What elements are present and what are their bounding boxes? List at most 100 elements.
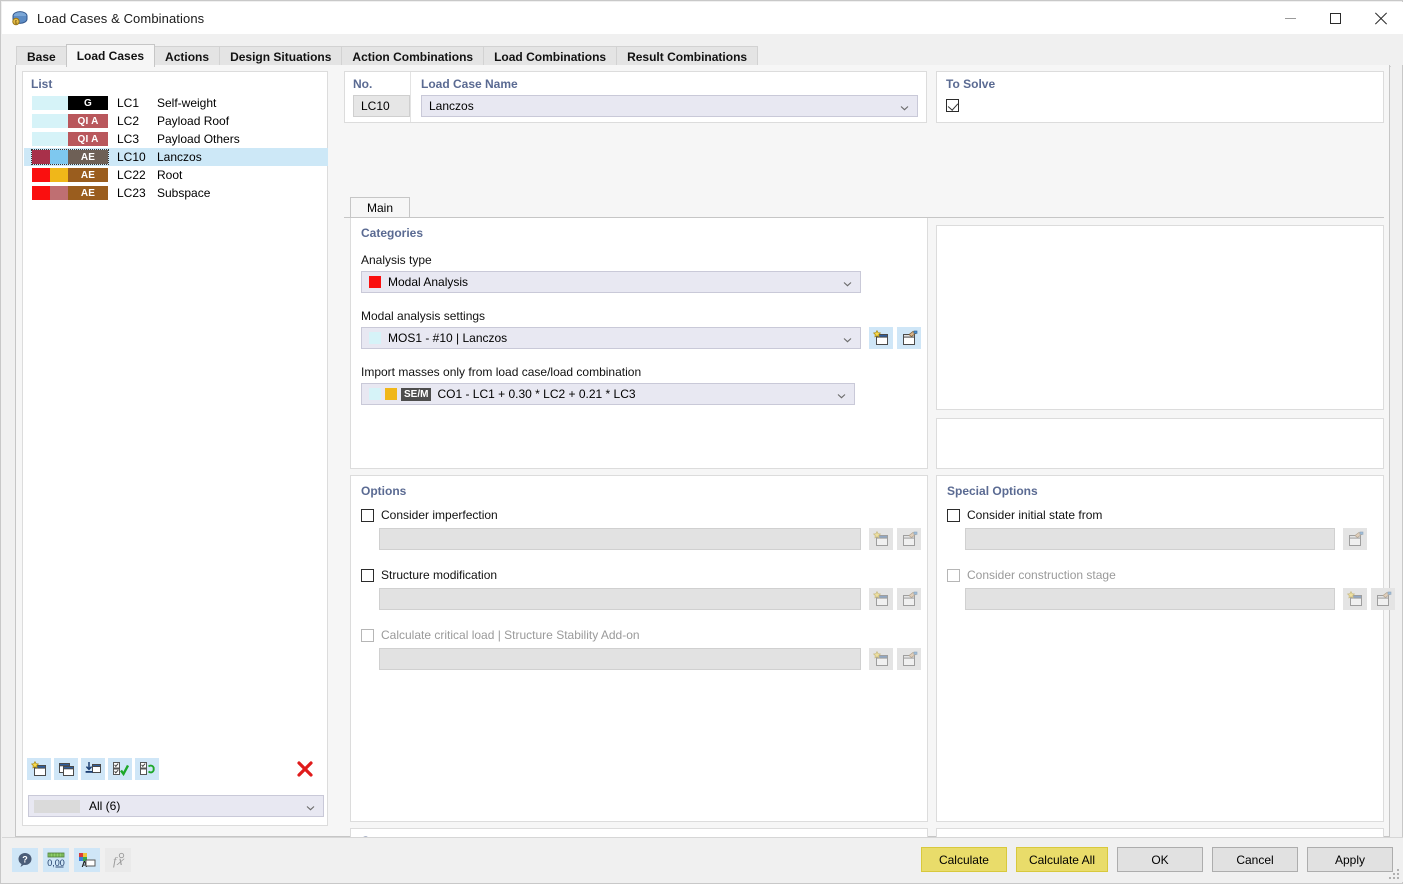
calculate-button[interactable]: Calculate: [920, 847, 1007, 872]
load-case-color-swatches: QI A: [32, 132, 108, 146]
import-load-case-button[interactable]: [81, 758, 105, 780]
special-option-checkbox-row[interactable]: Consider initial state from: [947, 508, 1102, 522]
checkbox[interactable]: [947, 508, 960, 522]
edit-window-button[interactable]: [897, 588, 921, 610]
new-window-star-button[interactable]: [869, 588, 893, 610]
option-value-field[interactable]: [379, 588, 861, 610]
options-panel: Options Consider imperfection Structure m…: [350, 475, 928, 822]
load-case-number: LC23: [117, 186, 146, 200]
special-option-value-field[interactable]: [965, 588, 1335, 610]
color-swatch-2: [50, 186, 68, 200]
dialog-button-row: Calculate Calculate All OK Cancel Apply: [920, 847, 1393, 872]
function-fx-icon: f𝑥: [113, 852, 125, 868]
copy-load-case-button[interactable]: [54, 758, 78, 780]
edit-window-icon: [1348, 531, 1363, 546]
maximize-button[interactable]: [1313, 2, 1358, 34]
tab-label: Design Situations: [230, 50, 332, 64]
modal-settings-label: Modal analysis settings: [361, 309, 486, 323]
new-window-star-button[interactable]: [869, 648, 893, 670]
svg-text:0,00: 0,00: [47, 858, 65, 868]
button-label: Calculate All: [1028, 852, 1095, 867]
tab-result-combinations[interactable]: Result Combinations: [616, 46, 759, 67]
load-cases-icon: 6: [11, 9, 29, 27]
ok-button[interactable]: OK: [1117, 847, 1203, 872]
to-solve-checkbox[interactable]: [946, 99, 959, 112]
title-bar: 6 Load Cases & Combinations: [2, 2, 1403, 34]
import-masses-combo[interactable]: SE/M CO1 - LC1 + 0.30 * LC2 + 0.21 * LC3: [361, 383, 855, 405]
table-row[interactable]: QI A LC2 Payload Roof: [24, 112, 328, 130]
edit-window-button[interactable]: [1371, 588, 1395, 610]
list-filter-combo[interactable]: All (6): [28, 795, 324, 817]
modal-settings-combo[interactable]: MOS1 - #10 | Lanczos: [361, 327, 861, 349]
checkbox[interactable]: [947, 568, 960, 582]
color-swatch-2: [50, 114, 68, 128]
load-case-header: No. LC10 Load Case Name Lanczos: [344, 71, 927, 123]
table-row[interactable]: G LC1 Self-weight: [24, 94, 328, 112]
categories-panel: Categories Analysis type Modal Analysis …: [350, 218, 928, 469]
load-case-list[interactable]: G LC1 Self-weight QI A LC2 Payload Roof QI A LC…: [24, 94, 328, 202]
checkbox-swap-icon: [139, 762, 155, 775]
to-solve-title: To Solve: [946, 77, 996, 91]
select-all-button[interactable]: [108, 758, 132, 780]
modal-settings-new-button[interactable]: [869, 327, 893, 349]
table-row[interactable]: AE LC10 Lanczos: [24, 148, 328, 166]
right-empty-panel-2: [936, 418, 1384, 469]
option-value-field[interactable]: [379, 528, 861, 550]
checkbox[interactable]: [361, 508, 374, 522]
new-window-star-button[interactable]: [1343, 588, 1367, 610]
tab-load-cases[interactable]: Load Cases: [65, 44, 156, 67]
minimize-button[interactable]: [1268, 2, 1313, 34]
status-tool-buttons: ? 0,00 A f𝑥: [12, 848, 131, 872]
edit-window-button[interactable]: [1343, 528, 1367, 550]
new-load-case-button[interactable]: [27, 758, 51, 780]
modal-settings-edit-button[interactable]: [897, 327, 921, 349]
name-label: Load Case Name: [421, 77, 518, 91]
tab-action-combinations[interactable]: Action Combinations: [341, 46, 485, 67]
checkbox[interactable]: [361, 628, 374, 642]
analysis-type-combo[interactable]: Modal Analysis: [361, 271, 861, 293]
to-solve-panel: To Solve: [936, 71, 1384, 123]
tab-main[interactable]: Main: [350, 197, 411, 218]
name-field-group: Load Case Name Lanczos: [411, 72, 926, 122]
invert-selection-button[interactable]: [135, 758, 159, 780]
table-row[interactable]: AE LC22 Root: [24, 166, 328, 184]
apply-button[interactable]: Apply: [1307, 847, 1393, 872]
formula-button[interactable]: f𝑥: [105, 848, 131, 872]
new-window-star-button[interactable]: [869, 528, 893, 550]
checkbox[interactable]: [361, 568, 374, 582]
tab-base[interactable]: Base: [16, 46, 67, 67]
table-row[interactable]: QI A LC3 Payload Others: [24, 130, 328, 148]
calculate-all-button[interactable]: Calculate All: [1015, 847, 1108, 872]
tab-actions[interactable]: Actions: [154, 46, 221, 67]
option-label: Structure modification: [381, 568, 498, 582]
special-option-value-field[interactable]: [965, 528, 1335, 550]
new-window-star-icon: [872, 330, 888, 345]
edit-window-button[interactable]: [897, 648, 921, 670]
new-window-star-icon: [872, 591, 888, 606]
load-case-name-input[interactable]: Lanczos: [421, 95, 918, 117]
display-properties-button[interactable]: A: [74, 848, 100, 872]
option-value-field[interactable]: [379, 648, 861, 670]
delete-load-case-button[interactable]: [293, 758, 317, 780]
decimal-places-button[interactable]: 0,00: [43, 848, 69, 872]
cancel-button[interactable]: Cancel: [1212, 847, 1298, 872]
load-case-name: Root: [157, 168, 183, 182]
load-case-number: LC3: [117, 132, 140, 146]
close-button[interactable]: [1358, 2, 1403, 34]
help-info-button[interactable]: ?: [12, 848, 38, 872]
option-checkbox-row[interactable]: Structure modification: [361, 568, 497, 582]
minimize-icon: [1285, 17, 1296, 19]
resize-grip[interactable]: [1387, 867, 1399, 879]
tab-design-situations[interactable]: Design Situations: [219, 46, 343, 67]
svg-text:6: 6: [15, 20, 18, 26]
special-option-checkbox-row[interactable]: Consider construction stage: [947, 568, 1116, 582]
special-options-title: Special Options: [947, 484, 1038, 498]
color-palette-icon: A: [79, 853, 96, 869]
edit-window-icon: [902, 651, 917, 666]
option-checkbox-row[interactable]: Calculate critical load | Structure Stab…: [361, 628, 640, 642]
edit-window-button[interactable]: [897, 528, 921, 550]
option-checkbox-row[interactable]: Consider imperfection: [361, 508, 498, 522]
tab-load-combinations[interactable]: Load Combinations: [483, 46, 618, 67]
color-swatch-2: [50, 150, 68, 164]
table-row[interactable]: AE LC23 Subspace: [24, 184, 328, 202]
